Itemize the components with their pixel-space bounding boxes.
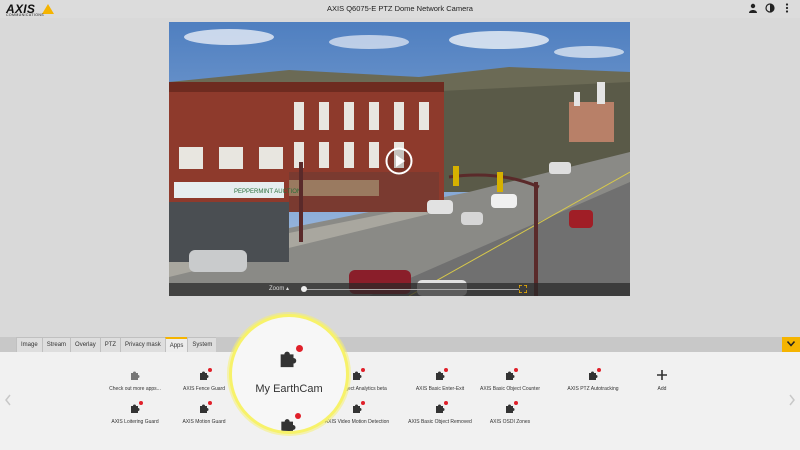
chevron-down-icon: [787, 341, 795, 347]
collapse-panel-button[interactable]: [782, 337, 800, 352]
notification-dot: [514, 401, 518, 405]
zoom-slider-handle[interactable]: [301, 286, 307, 292]
scroll-left-icon[interactable]: [4, 394, 12, 406]
fullscreen-icon[interactable]: [519, 285, 527, 293]
notification-dot: [361, 368, 365, 372]
app-basic-object-removed[interactable]: AXIS Basic Object Removed: [400, 401, 480, 425]
notification-dot: [361, 401, 365, 405]
app-check-out-more[interactable]: Check out more apps...: [95, 369, 175, 392]
puzzle-icon: [198, 401, 212, 414]
app-my-earthcam-label: My EarthCam: [255, 383, 323, 395]
puzzle-icon: [351, 401, 365, 414]
app-label: AXIS Basic Enter-Exit: [415, 386, 465, 392]
notification-dot: [139, 401, 143, 405]
app-basic-object-counter[interactable]: AXIS Basic Object Counter: [470, 368, 550, 392]
app-basic-enter-exit[interactable]: AXIS Basic Enter-Exit: [400, 368, 480, 392]
app-my-earthcam-highlight[interactable]: My EarthCam: [229, 314, 349, 434]
app-label: AXIS Video Motion Detection: [324, 419, 390, 425]
tab-stream[interactable]: Stream: [41, 337, 71, 352]
puzzle-icon: [504, 401, 518, 414]
app-ptz-autotracking[interactable]: AXIS PTZ Autotracking: [553, 368, 633, 392]
tab-system[interactable]: System: [187, 337, 217, 352]
app-label: Add: [657, 386, 667, 392]
apps-panel: Check out more apps... AXIS Fence Guard …: [0, 352, 800, 450]
storefront-sign: PEPPERMINT AUCTION: [234, 189, 301, 195]
top-bar: AXIS COMMUNICATIONS AXIS Q6075-E PTZ Dom…: [0, 0, 800, 18]
plus-icon: [656, 369, 668, 381]
notification-dot: [444, 401, 448, 405]
tab-overlay[interactable]: Overlay: [70, 337, 100, 352]
tab-image[interactable]: Image: [16, 337, 42, 352]
tab-privacy-mask[interactable]: Privacy mask: [120, 337, 165, 352]
tab-ptz[interactable]: PTZ: [99, 337, 121, 352]
scroll-right-icon[interactable]: [788, 394, 796, 406]
zoom-label: Zoom ▴: [269, 286, 290, 292]
app-osdi-zones[interactable]: AXIS OSDI Zones: [470, 401, 550, 425]
puzzle-icon: [587, 368, 601, 381]
app-loitering-guard[interactable]: AXIS Loitering Guard: [95, 401, 175, 425]
play-icon[interactable]: [385, 147, 413, 175]
zoom-bar: Zoom ▴: [169, 283, 630, 296]
settings-tab-strip: Image Stream Overlay PTZ Privacy mask Ap…: [0, 337, 800, 352]
puzzle-icon: [198, 368, 212, 381]
tab-apps[interactable]: Apps: [164, 337, 188, 352]
more-vertical-icon[interactable]: [782, 3, 792, 13]
live-video-view[interactable]: PEPPERMINT AUCTION Zoom ▴: [169, 22, 630, 296]
app-label: Check out more apps...: [109, 386, 161, 392]
notification-dot: [597, 368, 601, 372]
app-label: AXIS Basic Object Counter: [479, 386, 541, 392]
notification-dot: [208, 368, 212, 372]
app-label: AXIS OSDI Zones: [489, 419, 531, 425]
app-label: AXIS PTZ Autotracking: [567, 386, 619, 392]
notification-dot: [295, 413, 301, 419]
zoom-slider-track[interactable]: [304, 289, 519, 290]
app-motion-guard[interactable]: AXIS Motion Guard: [164, 401, 244, 425]
notification-dot: [444, 368, 448, 372]
contrast-icon[interactable]: [765, 3, 775, 13]
brand-subtitle: COMMUNICATIONS: [6, 13, 45, 17]
app-label: AXIS Basic Object Removed: [408, 419, 472, 425]
puzzle-icon: [129, 401, 143, 414]
notification-dot: [208, 401, 212, 405]
page-title: AXIS Q6075-E PTZ Dome Network Camera: [327, 4, 473, 13]
puzzle-icon: [504, 368, 518, 381]
add-app-button[interactable]: Add: [622, 369, 702, 392]
puzzle-icon: [129, 369, 141, 381]
puzzle-icon: [434, 368, 448, 381]
puzzle-icon: [351, 368, 365, 381]
app-label: AXIS Loitering Guard: [111, 419, 159, 425]
notification-dot: [514, 368, 518, 372]
app-label: AXIS Motion Guard: [182, 419, 226, 425]
notification-dot: [296, 345, 303, 352]
user-icon[interactable]: [748, 3, 758, 13]
puzzle-icon: [434, 401, 448, 414]
